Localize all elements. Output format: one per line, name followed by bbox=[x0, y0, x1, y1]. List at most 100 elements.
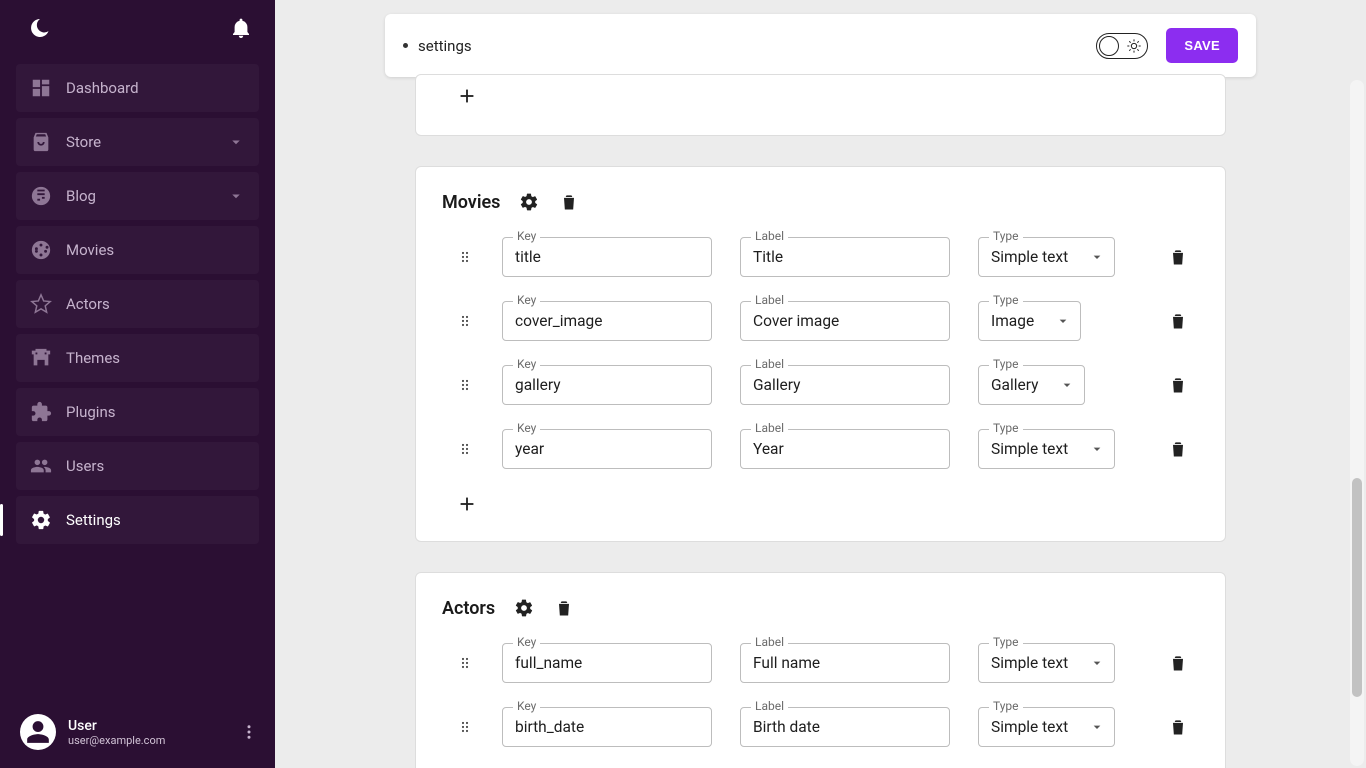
field-delete-button[interactable] bbox=[1167, 652, 1189, 674]
key-value: birth_date bbox=[503, 718, 596, 736]
type-select[interactable]: Type Simple text bbox=[978, 237, 1115, 277]
field-label: Key bbox=[513, 421, 540, 435]
drag-handle-icon[interactable] bbox=[456, 313, 474, 329]
key-value: gallery bbox=[503, 376, 573, 394]
card-actors: Actors Key full_name Label Full name Typ… bbox=[415, 572, 1226, 768]
toggle-knob bbox=[1099, 36, 1119, 56]
sidebar-item-label: Themes bbox=[66, 349, 120, 367]
sidebar-item-settings[interactable]: Settings bbox=[16, 496, 259, 544]
chevron-down-icon bbox=[227, 187, 245, 205]
drag-handle-icon[interactable] bbox=[456, 377, 474, 393]
card-settings-button[interactable] bbox=[518, 191, 540, 213]
user-menu-button[interactable] bbox=[239, 723, 259, 741]
card-title-row: Movies bbox=[442, 191, 1199, 213]
field-label: Key bbox=[513, 635, 540, 649]
main: settings SAVE Movies bbox=[275, 0, 1366, 768]
field-label: Key bbox=[513, 357, 540, 371]
label-input[interactable]: Label Birth date bbox=[740, 707, 950, 747]
chevron-down-icon bbox=[1088, 654, 1106, 672]
sidebar-item-label: Actors bbox=[66, 295, 110, 313]
side-nav: Dashboard Store Blog Movies Actors Theme… bbox=[0, 64, 275, 544]
key-input[interactable]: Key cover_image bbox=[502, 301, 712, 341]
content-scroll[interactable]: Movies Key title Label Title Type Simple… bbox=[385, 66, 1256, 768]
breadcrumb-dot bbox=[403, 43, 408, 48]
type-select[interactable]: Type Simple text bbox=[978, 707, 1115, 747]
app-logo bbox=[28, 16, 52, 44]
user-meta: User user@example.com bbox=[68, 718, 165, 747]
key-input[interactable]: Key gallery bbox=[502, 365, 712, 405]
type-select[interactable]: Type Simple text bbox=[978, 429, 1115, 469]
dashboard-icon bbox=[30, 77, 52, 99]
breadcrumb-label: settings bbox=[418, 37, 472, 55]
type-value: Gallery bbox=[979, 376, 1050, 394]
field-label: Type bbox=[989, 635, 1023, 649]
key-input[interactable]: Key title bbox=[502, 237, 712, 277]
scrollbar-thumb[interactable] bbox=[1352, 478, 1362, 698]
label-input[interactable]: Label Gallery bbox=[740, 365, 950, 405]
key-value: title bbox=[503, 248, 553, 266]
user-name: User bbox=[68, 718, 165, 734]
sidebar-item-actors[interactable]: Actors bbox=[16, 280, 259, 328]
card-movies: Movies Key title Label Title Type Simple… bbox=[415, 166, 1226, 542]
field-label: Type bbox=[989, 357, 1023, 371]
field-row: Key full_name Label Full name Type Simpl… bbox=[442, 643, 1199, 683]
field-label: Label bbox=[751, 293, 788, 307]
user-email: user@example.com bbox=[68, 734, 165, 747]
theme-toggle[interactable] bbox=[1096, 33, 1148, 59]
type-select[interactable]: Type Simple text bbox=[978, 643, 1115, 683]
label-value: Gallery bbox=[741, 376, 812, 394]
card-delete-button[interactable] bbox=[553, 597, 575, 619]
movies-icon bbox=[30, 239, 52, 261]
field-delete-button[interactable] bbox=[1167, 716, 1189, 738]
sidebar-item-blog[interactable]: Blog bbox=[16, 172, 259, 220]
key-input[interactable]: Key full_name bbox=[502, 643, 712, 683]
sidebar-item-plugins[interactable]: Plugins bbox=[16, 388, 259, 436]
card-delete-button[interactable] bbox=[558, 191, 580, 213]
label-input[interactable]: Label Title bbox=[740, 237, 950, 277]
chevron-down-icon bbox=[1054, 312, 1072, 330]
add-field-button[interactable] bbox=[456, 493, 478, 515]
sidebar-item-dashboard[interactable]: Dashboard bbox=[16, 64, 259, 112]
scrollbar[interactable] bbox=[1350, 80, 1364, 766]
field-delete-button[interactable] bbox=[1167, 246, 1189, 268]
drag-handle-icon[interactable] bbox=[456, 249, 474, 265]
notifications-icon[interactable] bbox=[229, 16, 253, 44]
sidebar-item-label: Settings bbox=[66, 511, 121, 529]
sidebar-item-themes[interactable]: Themes bbox=[16, 334, 259, 382]
drag-handle-icon[interactable] bbox=[456, 655, 474, 671]
label-input[interactable]: Label Full name bbox=[740, 643, 950, 683]
drag-handle-icon[interactable] bbox=[456, 719, 474, 735]
type-value: Simple text bbox=[979, 440, 1080, 458]
sidebar-item-movies[interactable]: Movies bbox=[16, 226, 259, 274]
drag-handle-icon[interactable] bbox=[456, 441, 474, 457]
sidebar-item-users[interactable]: Users bbox=[16, 442, 259, 490]
users-icon bbox=[30, 455, 52, 477]
field-delete-button[interactable] bbox=[1167, 374, 1189, 396]
field-label: Type bbox=[989, 421, 1023, 435]
key-input[interactable]: Key year bbox=[502, 429, 712, 469]
field-delete-button[interactable] bbox=[1167, 310, 1189, 332]
type-select[interactable]: Type Gallery bbox=[978, 365, 1085, 405]
label-value: Cover image bbox=[741, 312, 851, 330]
field-label: Key bbox=[513, 229, 540, 243]
field-label: Key bbox=[513, 699, 540, 713]
sidebar-item-label: Dashboard bbox=[66, 79, 139, 97]
label-input[interactable]: Label Year bbox=[740, 429, 950, 469]
type-value: Simple text bbox=[979, 654, 1080, 672]
label-value: Birth date bbox=[741, 718, 832, 736]
card-settings-button[interactable] bbox=[513, 597, 535, 619]
field-delete-button[interactable] bbox=[1167, 438, 1189, 460]
key-input[interactable]: Key birth_date bbox=[502, 707, 712, 747]
themes-icon bbox=[30, 347, 52, 369]
label-input[interactable]: Label Cover image bbox=[740, 301, 950, 341]
save-button[interactable]: SAVE bbox=[1166, 28, 1238, 63]
card-title: Movies bbox=[442, 192, 500, 213]
actors-icon bbox=[30, 293, 52, 315]
sidebar-item-store[interactable]: Store bbox=[16, 118, 259, 166]
avatar[interactable] bbox=[20, 714, 56, 750]
field-label: Type bbox=[989, 293, 1023, 307]
add-field-button[interactable] bbox=[456, 85, 478, 107]
type-select[interactable]: Type Image bbox=[978, 301, 1081, 341]
label-value: Full name bbox=[741, 654, 832, 672]
chevron-down-icon bbox=[227, 133, 245, 151]
